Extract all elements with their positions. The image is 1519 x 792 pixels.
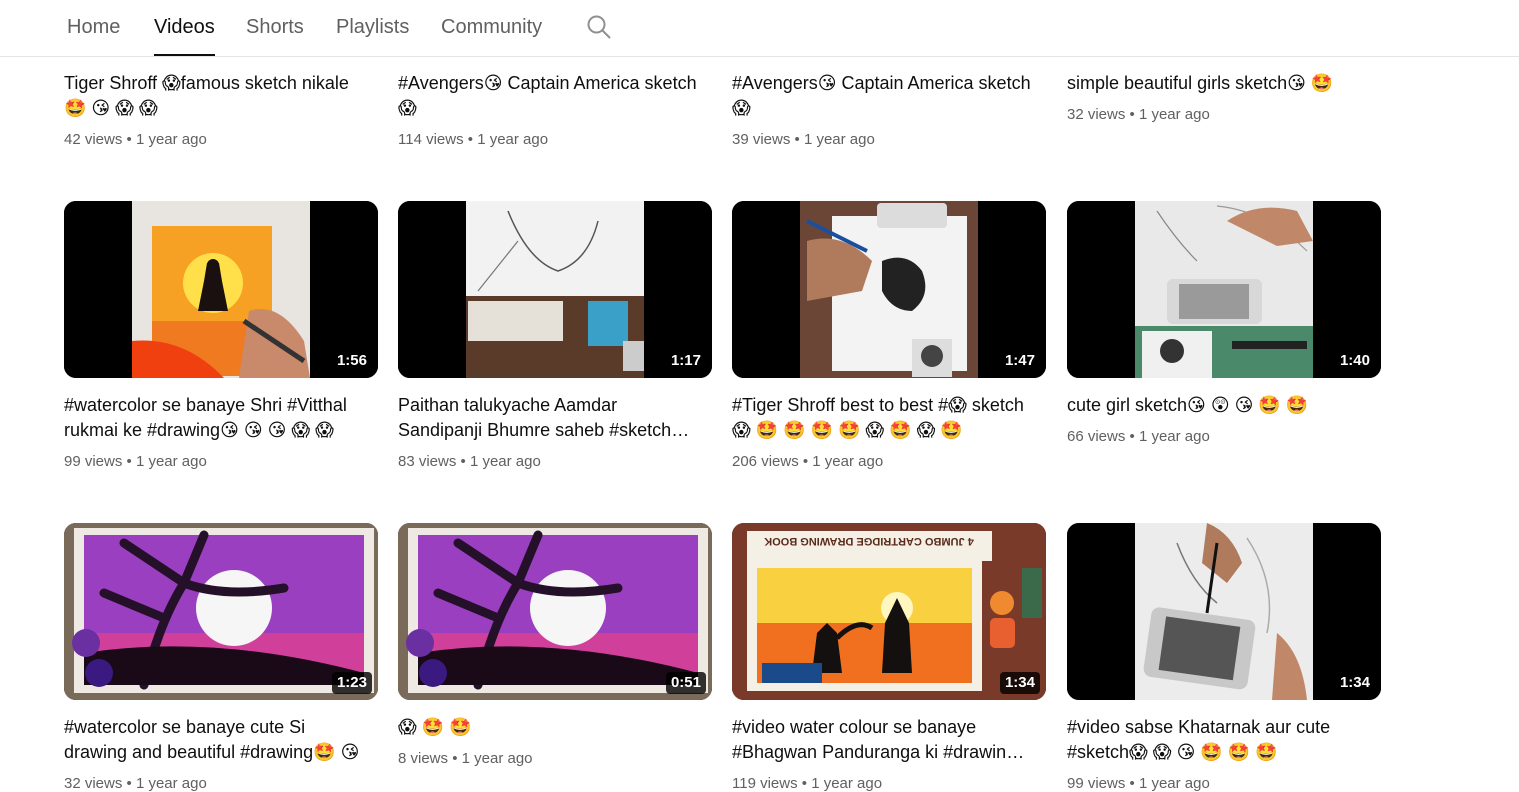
upload-age: 1 year ago (135, 131, 207, 148)
video-title[interactable]: #video water colour se banaye #Bhagwan P… (732, 715, 1032, 765)
view-count: 42 views (64, 131, 123, 148)
video-thumbnail[interactable]: 1:17 (398, 201, 712, 378)
video-meta: 32 views • 1 year ago (64, 775, 207, 792)
video-title[interactable]: #Avengers😘 Captain America sketch😱 (398, 71, 698, 121)
upload-age: 1 year ago (803, 131, 875, 148)
video-thumbnail[interactable]: 1:56 (64, 201, 378, 378)
video-thumbnail[interactable]: 4 JUMBO CARTRIDGE DRAWING BOOK 1:34 (732, 523, 1046, 700)
duration-badge: 0:51 (665, 672, 706, 694)
video-title[interactable]: cute girl sketch😘 😲 😘 🤩 🤩 (1067, 393, 1367, 418)
upload-age: 1 year ago (477, 131, 549, 148)
video-meta: 32 views • 1 year ago (1067, 106, 1210, 123)
view-count: 99 views (1067, 775, 1126, 792)
duration-badge: 1:47 (999, 350, 1040, 372)
view-count: 32 views (1067, 106, 1126, 123)
video-meta: 99 views • 1 year ago (64, 453, 207, 470)
video-title[interactable]: #watercolor se banaye cute Si drawing an… (64, 715, 364, 765)
view-count: 32 views (64, 775, 123, 792)
video-thumbnail[interactable]: 1:40 (1067, 201, 1381, 378)
video-thumbnail[interactable]: 1:47 (732, 201, 1046, 378)
video-thumbnail[interactable]: 1:23 (64, 523, 378, 700)
view-count: 119 views (732, 775, 798, 792)
book-cover-text: 4 JUMBO CARTRIDGE DRAWING BOOK (764, 535, 974, 547)
tab-videos[interactable]: Videos (154, 0, 215, 56)
duration-badge: 1:40 (1334, 350, 1375, 372)
video-meta: 8 views • 1 year ago (398, 750, 533, 767)
upload-age: 1 year ago (469, 453, 541, 470)
video-meta: 114 views • 1 year ago (398, 131, 549, 148)
channel-tab-bar: Home Videos Shorts Playlists Community (0, 0, 1519, 57)
view-count: 206 views (732, 453, 799, 470)
upload-age: 1 year ago (135, 775, 207, 792)
search-icon[interactable] (586, 14, 612, 40)
view-count: 83 views (398, 453, 457, 470)
view-count: 66 views (1067, 428, 1126, 445)
duration-badge: 1:23 (331, 672, 372, 694)
upload-age: 1 year ago (1138, 106, 1210, 123)
video-meta: 39 views • 1 year ago (732, 131, 875, 148)
video-title[interactable]: simple beautiful girls sketch😘 🤩 (1067, 71, 1367, 96)
upload-age: 1 year ago (812, 453, 884, 470)
duration-badge: 1:17 (665, 350, 706, 372)
view-count: 8 views (398, 750, 449, 767)
tab-playlists[interactable]: Playlists (336, 0, 409, 56)
video-meta: 83 views • 1 year ago (398, 453, 541, 470)
duration-badge: 1:34 (999, 672, 1040, 694)
video-meta: 66 views • 1 year ago (1067, 428, 1210, 445)
duration-badge: 1:56 (331, 350, 372, 372)
view-count: 39 views (732, 131, 791, 148)
upload-age: 1 year ago (135, 453, 207, 470)
upload-age: 1 year ago (1138, 775, 1210, 792)
view-count: 114 views (398, 131, 464, 148)
video-title[interactable]: Tiger Shroff 😱famous sketch nikale🤩 😘 😱 … (64, 71, 364, 121)
video-title[interactable]: #watercolor se banaye Shri #Vitthal rukm… (64, 393, 364, 443)
tab-community[interactable]: Community (441, 0, 542, 56)
upload-age: 1 year ago (461, 750, 533, 767)
video-title[interactable]: #video sabse Khatarnak aur cute #sketch😱… (1067, 715, 1367, 765)
video-thumbnail[interactable]: 1:34 (1067, 523, 1381, 700)
tab-home[interactable]: Home (67, 0, 120, 56)
video-title[interactable]: #Tiger Shroff best to best #😱 sketch😱 🤩 … (732, 393, 1032, 443)
video-title[interactable]: #Avengers😘 Captain America sketch😱 (732, 71, 1032, 121)
video-thumbnail[interactable]: 0:51 (398, 523, 712, 700)
video-title[interactable]: 😱 🤩 🤩 (398, 715, 698, 740)
view-count: 99 views (64, 453, 123, 470)
tab-shorts[interactable]: Shorts (246, 0, 304, 56)
upload-age: 1 year ago (1138, 428, 1210, 445)
upload-age: 1 year ago (811, 775, 883, 792)
video-meta: 119 views • 1 year ago (732, 775, 883, 792)
video-meta: 206 views • 1 year ago (732, 453, 884, 470)
video-meta: 99 views • 1 year ago (1067, 775, 1210, 792)
duration-badge: 1:34 (1334, 672, 1375, 694)
video-meta: 42 views • 1 year ago (64, 131, 207, 148)
video-title[interactable]: Paithan talukyache Aamdar Sandipanji Bhu… (398, 393, 698, 443)
